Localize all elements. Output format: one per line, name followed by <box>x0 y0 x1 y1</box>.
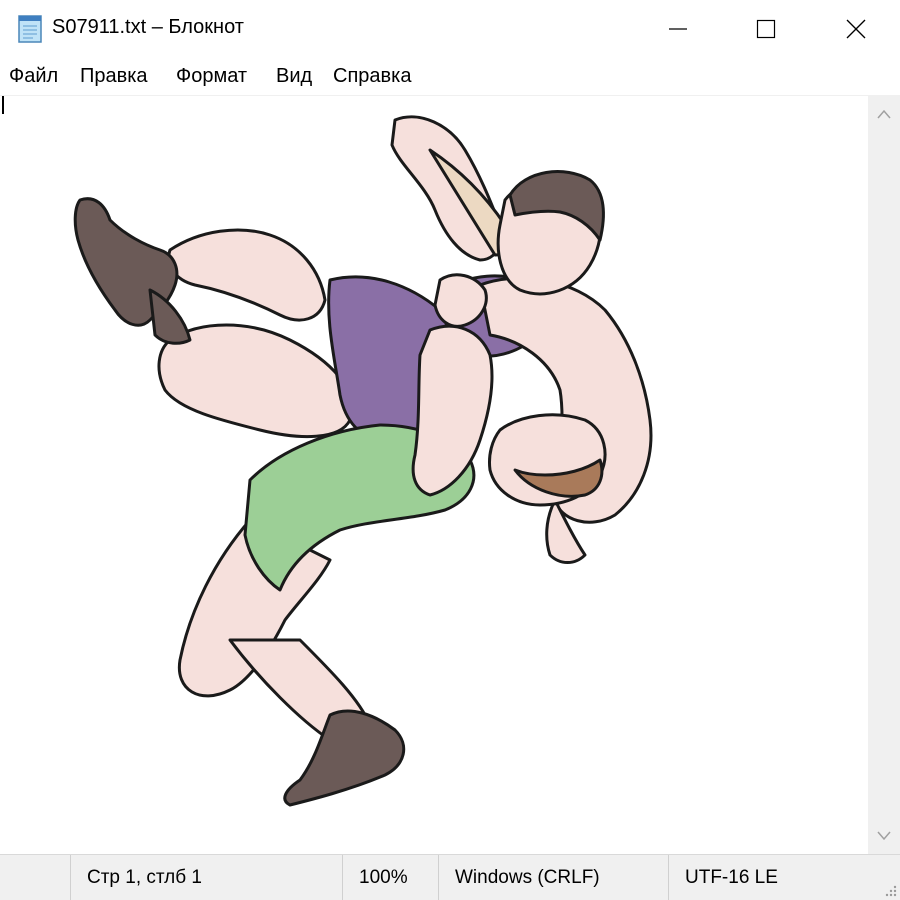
title-bar[interactable]: S07911.txt – Блокнот <box>0 0 900 58</box>
menu-help[interactable]: Справка <box>333 65 411 88</box>
maximize-button[interactable] <box>720 0 812 58</box>
close-button[interactable] <box>810 0 900 58</box>
cursor-position-text: Стр 1, стлб 1 <box>87 867 202 888</box>
text-caret <box>2 96 4 114</box>
menu-view[interactable]: Вид <box>276 65 312 88</box>
menu-file[interactable]: Файл <box>9 65 58 88</box>
minimize-button[interactable] <box>632 0 724 58</box>
zoom-level-text: 100% <box>359 867 408 888</box>
status-encoding: UTF-16 LE <box>668 855 868 900</box>
close-icon <box>846 19 866 39</box>
vertical-scrollbar[interactable] <box>868 96 900 854</box>
status-zoom: 100% <box>342 855 438 900</box>
chevron-up-icon <box>877 109 891 119</box>
scroll-up-button[interactable] <box>868 96 900 132</box>
encoding-text: UTF-16 LE <box>685 867 778 888</box>
notepad-icon <box>18 15 42 43</box>
wrestlers-illustration <box>73 115 653 807</box>
resize-grip-icon[interactable] <box>882 882 898 898</box>
status-bar: Стр 1, стлб 1 100% Windows (CRLF) UTF-16… <box>0 854 900 900</box>
menu-format[interactable]: Формат <box>176 65 247 88</box>
status-cursor-position: Стр 1, стлб 1 <box>70 855 342 900</box>
scroll-down-button[interactable] <box>868 818 900 854</box>
minimize-icon <box>669 28 687 30</box>
status-line-endings: Windows (CRLF) <box>438 855 668 900</box>
menu-bar: Файл Правка Формат Вид Справка <box>0 58 900 96</box>
menu-edit[interactable]: Правка <box>80 65 148 88</box>
line-endings-text: Windows (CRLF) <box>455 867 600 888</box>
text-editor-area[interactable] <box>0 96 868 854</box>
maximize-icon <box>756 19 776 39</box>
chevron-down-icon <box>877 831 891 841</box>
window-title: S07911.txt – Блокнот <box>52 16 244 38</box>
